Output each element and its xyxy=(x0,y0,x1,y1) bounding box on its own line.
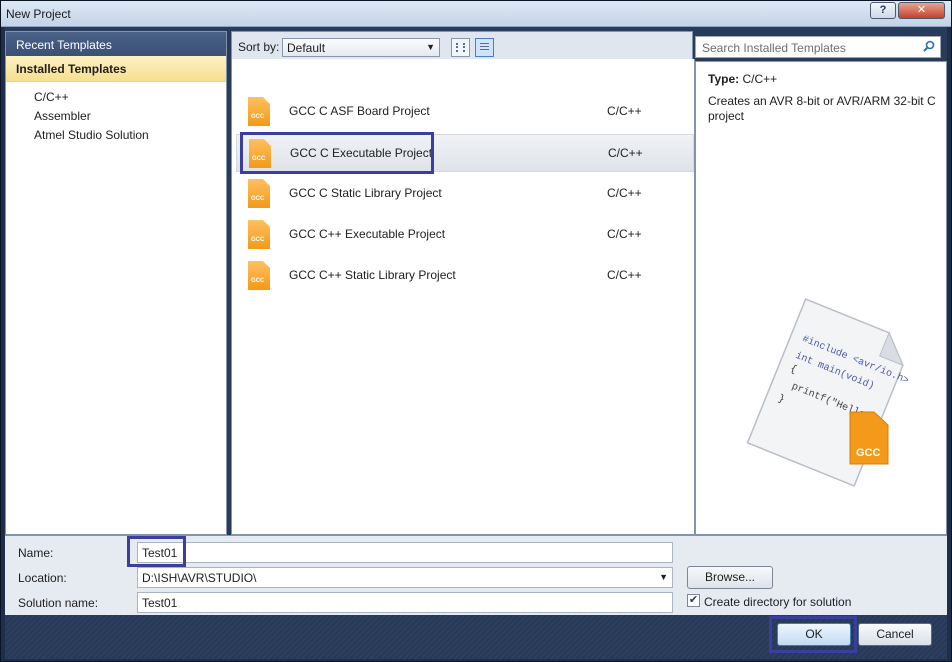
ok-highlight-box xyxy=(769,616,857,653)
tree-item-assembler[interactable]: Assembler xyxy=(34,107,226,126)
search-icon xyxy=(923,40,935,52)
create-directory-label: Create directory for solution xyxy=(704,595,852,609)
gcc-file-icon: GCC xyxy=(248,97,272,127)
solution-name-label: Solution name: xyxy=(18,596,99,610)
grid-view-icon xyxy=(456,43,465,52)
installed-templates-header[interactable]: Installed Templates xyxy=(6,56,226,82)
create-directory-checkbox[interactable]: ✔ xyxy=(687,594,700,607)
close-button[interactable]: ✕ xyxy=(898,2,945,19)
template-row-gcc-c-static-library[interactable]: GCC GCC C Static Library Project C/C++ xyxy=(236,175,694,213)
help-button[interactable]: ? xyxy=(870,2,896,19)
new-project-dialog: New Project ? ✕ Recent Templates Install… xyxy=(0,0,952,662)
chevron-down-icon[interactable]: ▼ xyxy=(659,572,668,582)
location-field[interactable]: D:\ISH\AVR\STUDIO\ ▼ xyxy=(137,567,673,588)
template-row-gcc-cpp-static-library[interactable]: GCC GCC C++ Static Library Project C/C++ xyxy=(236,257,694,295)
template-type: C/C++ xyxy=(607,227,642,241)
search-placeholder: Search Installed Templates xyxy=(702,41,846,55)
solution-name-field[interactable]: Test01 xyxy=(137,592,673,613)
template-type: C/C++ xyxy=(607,268,642,282)
sort-by-label: Sort by: xyxy=(238,40,280,54)
chevron-down-icon: ▼ xyxy=(426,42,435,52)
cancel-button[interactable]: Cancel xyxy=(858,623,932,646)
browse-button[interactable]: Browse... xyxy=(687,566,773,589)
medium-icons-view-button[interactable] xyxy=(451,38,470,57)
template-list: GCC GCC C ASF Board Project C/C++ GCC GC… xyxy=(231,59,695,535)
template-type: C/C++ xyxy=(607,186,642,200)
preview-badge: GCC xyxy=(856,447,881,459)
sort-by-dropdown[interactable]: Default ▼ xyxy=(282,38,440,57)
template-categories-panel: Recent Templates Installed Templates C/C… xyxy=(5,31,227,535)
window-title: New Project xyxy=(6,7,71,21)
gcc-file-icon: GCC xyxy=(248,220,272,250)
name-label: Name: xyxy=(18,546,54,560)
search-input[interactable]: Search Installed Templates xyxy=(695,36,941,58)
name-field[interactable]: Test01 xyxy=(137,542,673,563)
type-label: Type: xyxy=(708,72,740,86)
template-details-panel: Type: C/C++ Creates an AVR 8-bit or AVR/… xyxy=(695,61,947,535)
dialog-body: Recent Templates Installed Templates C/C… xyxy=(5,27,947,659)
type-value: C/C++ xyxy=(742,72,778,86)
title-bar: New Project ? ✕ xyxy=(1,1,951,27)
template-row-gcc-cpp-executable[interactable]: GCC GCC C++ Executable Project C/C++ xyxy=(236,216,694,254)
dialog-button-bar: OK Cancel xyxy=(5,615,947,659)
template-name: GCC C++ Executable Project xyxy=(289,227,446,241)
location-value: D:\ISH\AVR\STUDIO\ xyxy=(142,571,257,585)
list-view-button[interactable] xyxy=(475,38,494,57)
project-form: Name: Test01 Location: D:\ISH\AVR\STUDIO… xyxy=(5,535,947,615)
template-type: C/C++ xyxy=(607,104,642,118)
template-name: GCC C++ Static Library Project xyxy=(289,268,456,282)
tree-item-cpp[interactable]: C/C++ xyxy=(34,88,226,107)
template-description: Creates an AVR 8-bit or AVR/ARM 32-bit C… xyxy=(708,94,936,123)
template-type-line: Type: C/C++ xyxy=(708,72,777,86)
template-name: GCC C Static Library Project xyxy=(289,186,442,200)
sort-toolbar: Sort by: Default ▼ xyxy=(231,31,693,59)
code-document-preview-icon: #include <avr/io.h> int main(void) { pri… xyxy=(746,298,910,487)
recent-templates-header[interactable]: Recent Templates xyxy=(6,32,226,56)
name-highlight-box xyxy=(127,536,186,567)
gcc-file-icon: GCC xyxy=(248,179,272,209)
template-type: C/C++ xyxy=(608,146,643,160)
template-name: GCC C ASF Board Project xyxy=(289,104,430,118)
location-label: Location: xyxy=(18,571,67,585)
template-row-gcc-c-asf-board[interactable]: GCC GCC C ASF Board Project C/C++ xyxy=(236,93,694,131)
list-view-icon xyxy=(480,43,489,52)
selection-highlight-box xyxy=(240,132,434,174)
sort-by-value: Default xyxy=(287,41,326,55)
category-tree: C/C++ Assembler Atmel Studio Solution xyxy=(6,82,226,145)
gcc-file-icon: GCC xyxy=(248,261,272,291)
solution-name-value: Test01 xyxy=(142,596,178,610)
tree-item-atmel-studio-solution[interactable]: Atmel Studio Solution xyxy=(34,126,226,145)
